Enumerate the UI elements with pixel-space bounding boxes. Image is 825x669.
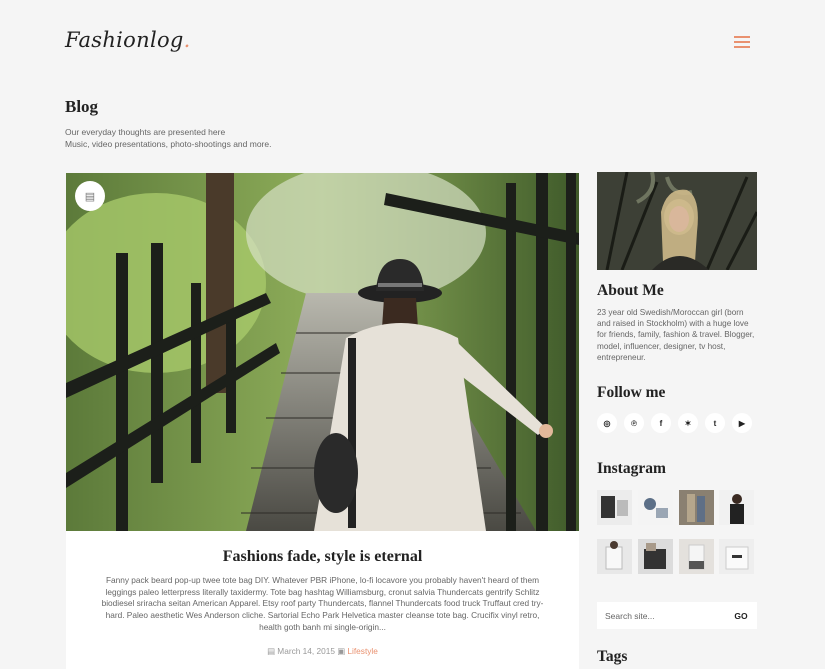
post-photo-illustration [66,173,579,531]
document-icon[interactable]: ▤ [75,181,105,211]
instagram-thumb[interactable] [719,490,754,525]
instagram-thumb[interactable] [597,539,632,574]
calendar-icon: ▤ [267,646,275,656]
youtube-glyph: ▶ [738,418,746,428]
post-card: ▤ Fashions fade, style is eternal Fanny … [66,173,579,669]
folder-icon: ▣ [337,646,346,656]
instagram-thumb[interactable] [679,539,714,574]
tumblr-glyph: t [713,418,717,428]
twitter-icon[interactable]: ✶ [678,413,698,433]
instagram-thumb[interactable] [719,539,754,574]
post-meta: ▤ March 14, 2015 ▣ Lifestyle [66,646,579,656]
page-title: Blog [65,97,99,116]
post-category-link[interactable]: Lifestyle [347,646,377,656]
page-subtitle-line2: Music, video presentations, photo-shooti… [65,139,272,149]
about-me-photo [597,172,757,270]
instagram-title: Instagram [597,460,666,477]
site-logo[interactable]: Fashionlog. [65,28,191,52]
hamburger-icon[interactable] [734,36,750,48]
post-excerpt: Fanny pack beard pop-up twee tote bag DI… [101,575,544,632]
instagram-icon[interactable]: ◎ [597,413,617,433]
sidebar: About Me 23 year old Swedish/Moroccan gi… [597,172,757,665]
facebook-glyph: f [659,418,663,428]
search-input[interactable] [597,602,725,629]
sidebar-search-form: GO [597,602,757,629]
format-glyph: ▤ [84,190,96,203]
instagram-glyph: ◎ [603,418,611,428]
page-subtitle: Our everyday thoughts are presented here… [65,126,271,150]
instagram-thumb[interactable] [679,490,714,525]
follow-title: Follow me [597,384,666,401]
pinterest-icon[interactable]: ℗ [624,413,644,433]
about-text: 23 year old Swedish/Moroccan girl (born … [597,308,755,362]
search-go-button[interactable]: GO [725,602,757,629]
logo-text: Fashionlog [65,28,184,52]
post-featured-image[interactable]: ▤ [66,173,579,531]
page-subtitle-line1: Our everyday thoughts are presented here [65,127,226,137]
instagram-thumb[interactable] [638,490,673,525]
tags-title: Tags [597,648,628,665]
instagram-thumb[interactable] [638,539,673,574]
logo-dot: . [183,28,191,52]
youtube-icon[interactable]: ▶ [732,413,752,433]
social-links: ◎ ℗ f ✶ t ▶ [597,413,759,433]
post-date: March 14, 2015 [277,646,335,656]
tumblr-icon[interactable]: t [705,413,725,433]
pinterest-glyph: ℗ [631,418,637,428]
about-title: About Me [597,282,664,299]
twitter-glyph: ✶ [684,418,692,428]
instagram-thumb[interactable] [597,490,632,525]
facebook-icon[interactable]: f [651,413,671,433]
post-title[interactable]: Fashions fade, style is eternal [66,548,579,566]
